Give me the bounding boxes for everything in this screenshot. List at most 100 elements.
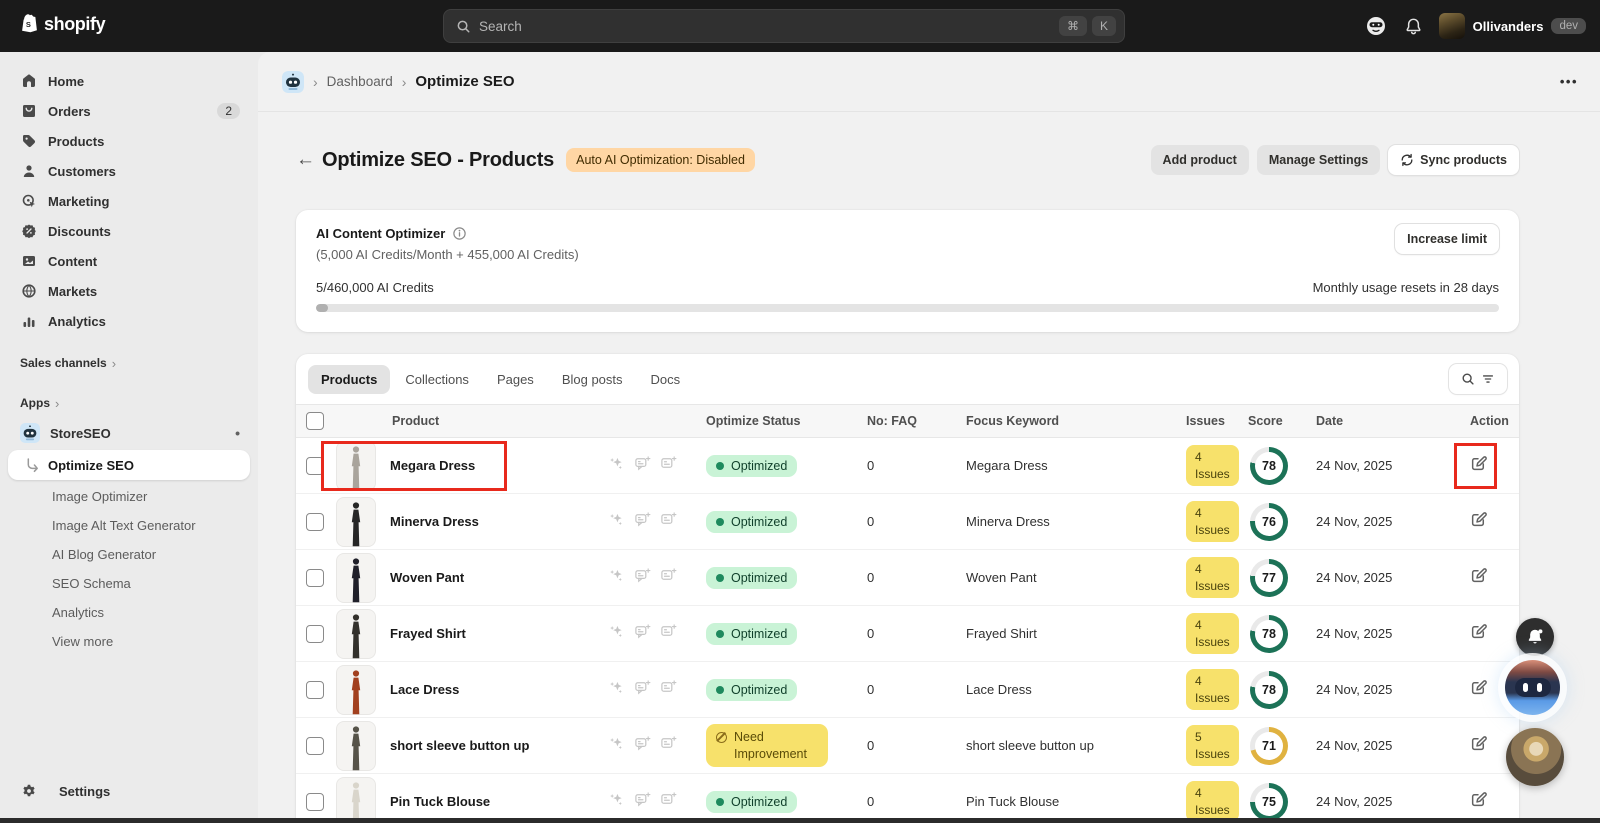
info-icon[interactable] xyxy=(452,226,467,241)
sidebar-item-discounts[interactable]: Discounts xyxy=(8,216,250,246)
generate-meta-icon[interactable] xyxy=(660,511,677,533)
row-checkbox[interactable] xyxy=(306,680,324,699)
sidebar-item-view-more[interactable]: View more xyxy=(8,627,250,656)
back-button[interactable]: ← xyxy=(296,149,322,171)
generate-faq-icon[interactable] xyxy=(634,791,651,813)
generate-faq-icon[interactable] xyxy=(634,567,651,589)
product-name[interactable]: Frayed Shirt xyxy=(390,626,466,641)
sidebar-item-analytics[interactable]: Analytics xyxy=(8,306,250,336)
select-all-checkbox[interactable] xyxy=(306,412,324,430)
floating-ai-assistant-button[interactable] xyxy=(1505,660,1560,715)
sidebar-item-settings[interactable]: Settings xyxy=(8,775,250,807)
increase-limit-button[interactable]: Increase limit xyxy=(1395,224,1499,254)
notifications-bell-icon[interactable] xyxy=(1404,17,1423,36)
issues-badge[interactable]: 4 Issues xyxy=(1186,780,1239,823)
row-checkbox[interactable] xyxy=(306,568,324,587)
ai-sparkle-icon[interactable] xyxy=(608,567,625,589)
add-product-button[interactable]: Add product xyxy=(1150,145,1249,175)
edit-button[interactable] xyxy=(1470,679,1487,701)
sidebar-item-markets[interactable]: Markets xyxy=(8,276,250,306)
product-name[interactable]: Megara Dress xyxy=(390,458,475,473)
row-checkbox[interactable] xyxy=(306,736,324,755)
issues-badge[interactable]: 4 Issues xyxy=(1186,444,1239,487)
tab-blog-posts[interactable]: Blog posts xyxy=(549,365,636,394)
row-checkbox[interactable] xyxy=(306,456,324,475)
row-checkbox[interactable] xyxy=(306,792,324,811)
sales-channels-section[interactable]: Sales channels › xyxy=(8,350,250,376)
tab-collections[interactable]: Collections xyxy=(392,365,482,394)
sidebar-item-ai-blog-generator[interactable]: AI Blog Generator xyxy=(8,540,250,569)
dev-badge: dev xyxy=(1551,18,1586,34)
global-search-input[interactable]: Search ⌘ K xyxy=(443,9,1125,43)
generate-faq-icon[interactable] xyxy=(634,455,651,477)
sidebar-item-image-optimizer[interactable]: Image Optimizer xyxy=(8,482,250,511)
row-checkbox[interactable] xyxy=(306,624,324,643)
sidebar-item-content[interactable]: Content xyxy=(8,246,250,276)
sidekick-icon[interactable] xyxy=(1364,14,1388,38)
sidebar-item-seo-schema[interactable]: SEO Schema xyxy=(8,569,250,598)
ai-sparkle-icon[interactable] xyxy=(608,511,625,533)
issues-badge[interactable]: 4 Issues xyxy=(1186,500,1239,543)
sidebar-item-app-analytics[interactable]: Analytics xyxy=(8,598,250,627)
edit-button[interactable] xyxy=(1470,455,1487,477)
issues-badge[interactable]: 5 Issues xyxy=(1186,724,1239,767)
edit-button[interactable] xyxy=(1470,623,1487,645)
generate-faq-icon[interactable] xyxy=(634,623,651,645)
sidebar-item-customers[interactable]: Customers xyxy=(8,156,250,186)
sidebar-item-orders[interactable]: Orders 2 xyxy=(8,96,250,126)
manage-settings-button[interactable]: Manage Settings xyxy=(1256,145,1381,175)
search-icon xyxy=(1462,373,1474,385)
ai-sparkle-icon[interactable] xyxy=(608,623,625,645)
sync-products-button[interactable]: Sync products xyxy=(1388,145,1519,175)
ai-sparkle-icon[interactable] xyxy=(608,791,625,813)
column-action: Action xyxy=(1470,414,1509,428)
floating-support-avatar[interactable] xyxy=(1506,728,1564,786)
sidebar-item-marketing[interactable]: Marketing xyxy=(8,186,250,216)
generate-meta-icon[interactable] xyxy=(660,623,677,645)
generate-meta-icon[interactable] xyxy=(660,455,677,477)
ai-sparkle-icon[interactable] xyxy=(608,735,625,757)
generate-faq-icon[interactable] xyxy=(634,679,651,701)
tab-products[interactable]: Products xyxy=(308,364,391,394)
score-ring: 75 xyxy=(1250,782,1288,821)
edit-button[interactable] xyxy=(1470,791,1487,813)
generate-meta-icon[interactable] xyxy=(660,679,677,701)
more-menu-button[interactable]: ••• xyxy=(1560,74,1578,89)
user-menu[interactable]: Ollivanders dev xyxy=(1438,13,1586,39)
breadcrumb-dashboard[interactable]: Dashboard xyxy=(327,74,393,89)
ai-sparkle-icon[interactable] xyxy=(608,679,625,701)
sidebar-item-storeseo[interactable]: StoreSEO • xyxy=(8,418,250,448)
shopify-logo[interactable]: S shopify xyxy=(16,12,106,36)
storeseo-app-icon-small[interactable] xyxy=(282,70,304,93)
sidebar-item-image-alt-text-generator[interactable]: Image Alt Text Generator xyxy=(8,511,250,540)
product-name[interactable]: Pin Tuck Blouse xyxy=(390,794,490,809)
generate-faq-icon[interactable] xyxy=(634,735,651,757)
issues-badge[interactable]: 4 Issues xyxy=(1186,556,1239,599)
table-tabs: Products Collections Pages Blog posts Do… xyxy=(296,364,1519,404)
edit-button[interactable] xyxy=(1470,567,1487,589)
floating-notifications-button[interactable] xyxy=(1516,618,1554,656)
search-filter-button[interactable] xyxy=(1449,364,1507,394)
product-name[interactable]: Minerva Dress xyxy=(390,514,479,529)
product-name[interactable]: Woven Pant xyxy=(390,570,464,585)
generate-faq-icon[interactable] xyxy=(634,511,651,533)
tab-pages[interactable]: Pages xyxy=(484,365,547,394)
generate-meta-icon[interactable] xyxy=(660,791,677,813)
row-checkbox[interactable] xyxy=(306,512,324,531)
sidebar-item-optimize-seo[interactable]: Optimize SEO xyxy=(8,450,250,480)
product-name[interactable]: short sleeve button up xyxy=(390,738,529,753)
issues-badge[interactable]: 4 Issues xyxy=(1186,612,1239,655)
tab-docs[interactable]: Docs xyxy=(638,365,694,394)
edit-button[interactable] xyxy=(1470,511,1487,533)
app-options-dot[interactable]: • xyxy=(235,425,240,441)
sidebar-label: Products xyxy=(48,133,105,149)
apps-section[interactable]: Apps › xyxy=(8,390,250,416)
generate-meta-icon[interactable] xyxy=(660,735,677,757)
edit-button[interactable] xyxy=(1470,735,1487,757)
generate-meta-icon[interactable] xyxy=(660,567,677,589)
ai-sparkle-icon[interactable] xyxy=(608,455,625,477)
sidebar-item-products[interactable]: Products xyxy=(8,126,250,156)
sidebar-item-home[interactable]: Home xyxy=(8,66,250,96)
product-name[interactable]: Lace Dress xyxy=(390,682,459,697)
issues-badge[interactable]: 4 Issues xyxy=(1186,668,1239,711)
